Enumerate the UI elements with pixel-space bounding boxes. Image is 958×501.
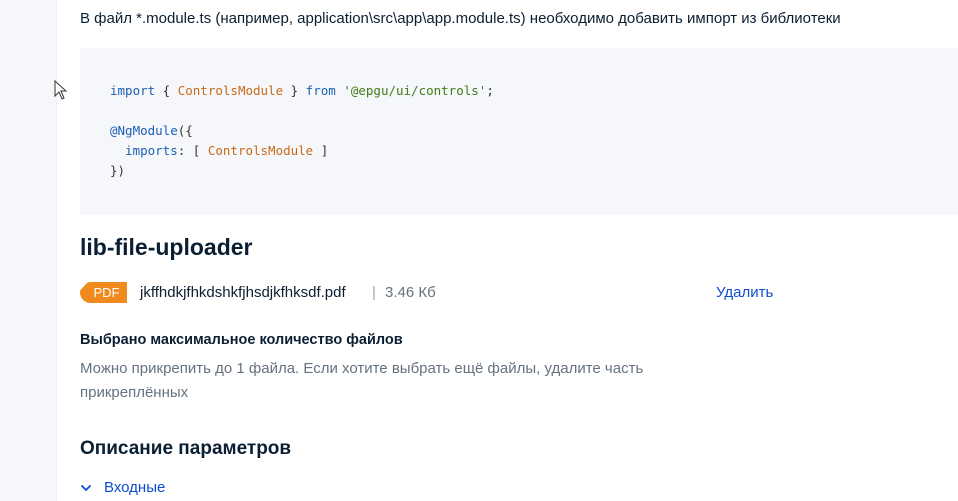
left-sidebar	[0, 0, 57, 501]
chevron-down-icon	[81, 485, 91, 491]
pdf-file-icon: PDF	[80, 282, 127, 303]
delete-file-button[interactable]: Удалить	[716, 283, 773, 303]
uploaded-file-row: PDF jkffhdkjfhkdshkfjhsdjkfhksdf.pdf | 3…	[80, 280, 958, 304]
code-line-import: import { ControlsModule } from '@epgu/ui…	[110, 83, 494, 98]
params-title: Описание параметров	[80, 438, 292, 459]
file-limit-title: Выбрано максимальное количество файлов	[80, 332, 403, 348]
code-line-decorator: @NgModule({	[110, 123, 193, 138]
file-separator: |	[372, 284, 376, 301]
code-line-imports: imports: [ ControlsModule ]	[110, 143, 329, 158]
code-block: import { ControlsModule } from '@epgu/ui…	[80, 48, 958, 215]
intro-text: В файл *.module.ts (например, applicatio…	[80, 10, 841, 27]
file-size: 3.46 Кб	[385, 284, 436, 301]
mouse-cursor-icon	[54, 80, 68, 100]
inputs-label: Входные	[104, 479, 166, 496]
code-line-close: })	[110, 163, 126, 178]
code-content: import { ControlsModule } from '@epgu/ui…	[110, 81, 494, 181]
component-title: lib-file-uploader	[80, 234, 253, 260]
file-name: jkffhdkjfhkdshkfjhsdjkfhksdf.pdf	[140, 284, 346, 301]
page: В файл *.module.ts (например, applicatio…	[0, 0, 958, 501]
file-limit-text: Можно прикрепить до 1 файла. Если хотите…	[80, 360, 644, 401]
